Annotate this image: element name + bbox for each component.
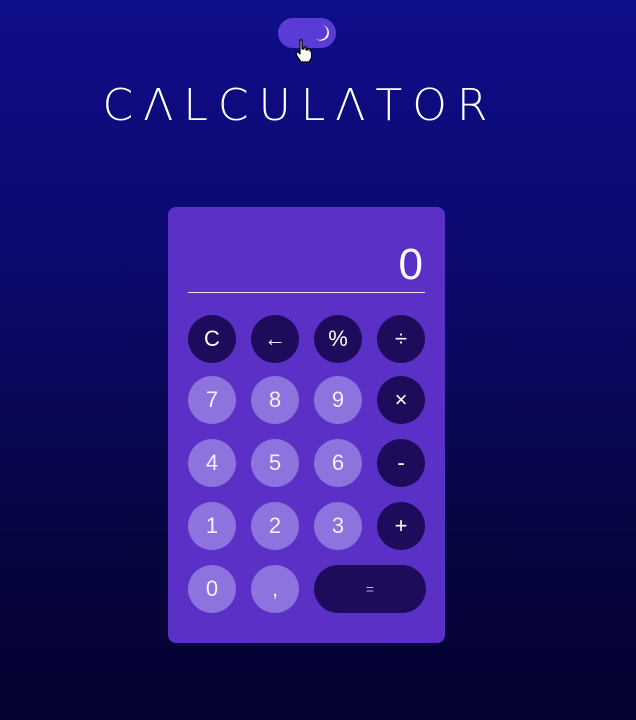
equals-button-label: =	[365, 581, 375, 597]
backspace-button[interactable]: ←	[251, 315, 299, 363]
digit-1-button[interactable]: 1	[188, 502, 236, 550]
digit-7-label: 7	[205, 387, 219, 412]
digit-9-label: 9	[331, 387, 345, 412]
subtract-button-label: -	[397, 450, 405, 475]
calculator-panel: 0 C ← % ÷ 7 8 9 × 4 5 6 - 1 2 3 + 0 , =	[168, 207, 445, 643]
add-button-label: +	[394, 513, 408, 538]
calculator-display: 0	[188, 237, 425, 293]
digit-2-label: 2	[268, 513, 282, 538]
digit-6-button[interactable]: 6	[314, 439, 362, 487]
digit-8-label: 8	[268, 387, 282, 412]
digit-5-label: 5	[268, 450, 282, 475]
digit-3-label: 3	[331, 513, 345, 538]
decimal-button-label: ,	[271, 576, 279, 601]
digit-4-button[interactable]: 4	[188, 439, 236, 487]
page-title: CΛLCULΛTOR	[102, 80, 498, 131]
percent-button[interactable]: %	[314, 315, 362, 363]
multiply-button-label: ×	[394, 387, 408, 412]
digit-0-button[interactable]: 0	[188, 565, 236, 613]
digit-3-button[interactable]: 3	[314, 502, 362, 550]
multiply-button[interactable]: ×	[377, 376, 425, 424]
digit-8-button[interactable]: 8	[251, 376, 299, 424]
digit-1-label: 1	[205, 513, 219, 538]
digit-4-label: 4	[205, 450, 219, 475]
clear-button-label: C	[204, 326, 220, 351]
digit-7-button[interactable]: 7	[188, 376, 236, 424]
backspace-button-label: ←	[264, 326, 286, 351]
digit-5-button[interactable]: 5	[251, 439, 299, 487]
percent-button-label: %	[328, 326, 348, 351]
add-button[interactable]: +	[377, 502, 425, 550]
digit-9-button[interactable]: 9	[314, 376, 362, 424]
equals-button[interactable]: =	[314, 565, 426, 613]
digit-2-button[interactable]: 2	[251, 502, 299, 550]
digit-6-label: 6	[331, 450, 345, 475]
digit-0-label: 0	[205, 576, 219, 601]
divide-button[interactable]: ÷	[377, 315, 425, 363]
clear-button[interactable]: C	[188, 315, 236, 363]
divide-button-label: ÷	[394, 326, 408, 351]
subtract-button[interactable]: -	[377, 439, 425, 487]
hand-pointer-icon	[293, 38, 315, 64]
decimal-button[interactable]: ,	[251, 565, 299, 613]
